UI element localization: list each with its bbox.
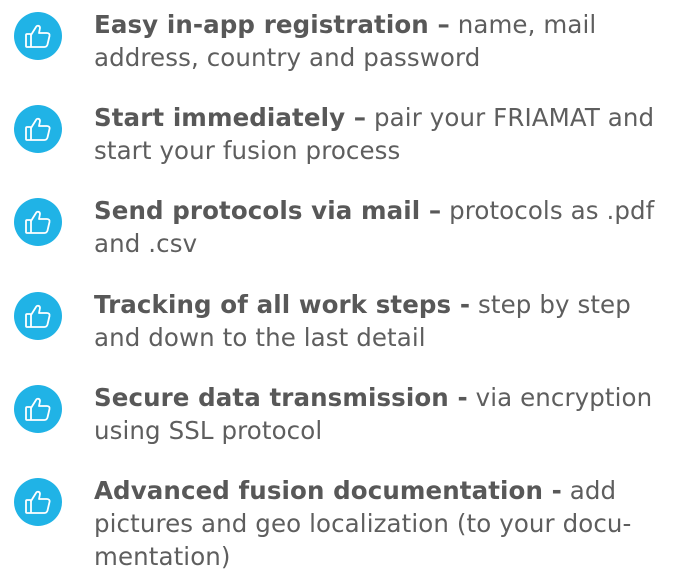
feature-title: Secure data transmission - bbox=[94, 383, 468, 412]
feature-title: Tracking of all work steps - bbox=[94, 290, 471, 319]
thumbs-up-icon bbox=[14, 385, 62, 433]
thumbs-up-icon bbox=[14, 198, 62, 246]
feature-text: Send protocols via mail – protocols as .… bbox=[94, 194, 674, 260]
feature-text: Advanced fusion documentation - add pict… bbox=[94, 474, 674, 573]
thumbs-up-icon bbox=[14, 478, 62, 526]
feature-text: Start immediately – pair your FRIAMAT an… bbox=[94, 101, 674, 167]
feature-list: Easy in-app registration – name, mail ad… bbox=[0, 0, 684, 571]
feature-title: Easy in-app registration – bbox=[94, 10, 450, 39]
feature-title: Advanced fusion documentation - bbox=[94, 476, 562, 505]
thumbs-up-icon bbox=[14, 105, 62, 153]
thumbs-up-icon bbox=[14, 12, 62, 60]
feature-text: Easy in-app registration – name, mail ad… bbox=[94, 8, 674, 74]
feature-text: Secure data transmission - via encryptio… bbox=[94, 381, 674, 447]
feature-title: Send protocols via mail – bbox=[94, 196, 442, 225]
feature-title: Start immediately – bbox=[94, 103, 367, 132]
feature-text: Tracking of all work steps - step by ste… bbox=[94, 288, 674, 354]
thumbs-up-icon bbox=[14, 292, 62, 340]
